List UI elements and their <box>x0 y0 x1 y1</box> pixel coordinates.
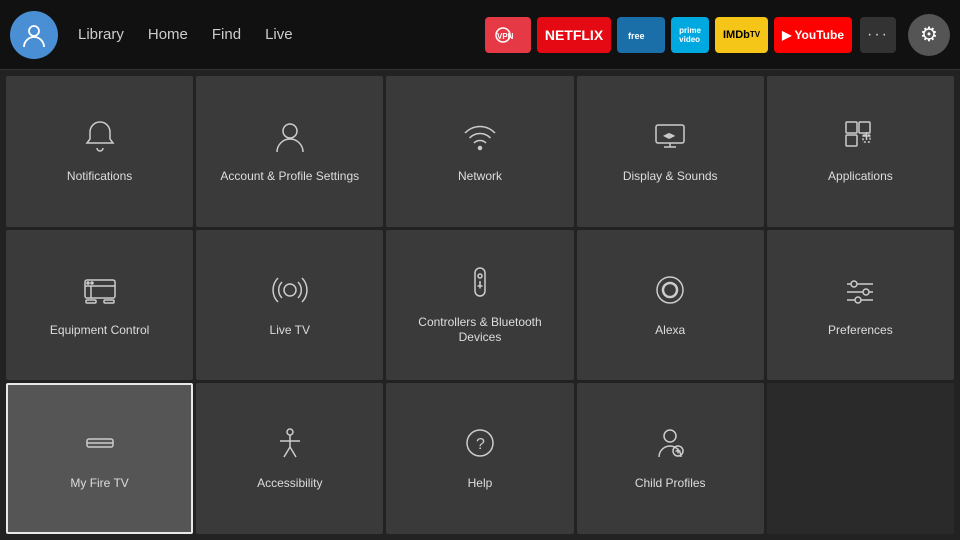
tv-icon <box>82 272 118 313</box>
grid-item-live-tv[interactable]: Live TV <box>196 230 383 381</box>
svg-text:◀▶: ◀▶ <box>663 131 676 140</box>
alexa-label: Alexa <box>655 323 685 339</box>
my-fire-tv-label: My Fire TV <box>70 476 128 492</box>
app-prime-video[interactable]: primevideo <box>671 17 709 53</box>
user-avatar[interactable] <box>10 11 58 59</box>
notifications-label: Notifications <box>67 169 132 185</box>
nav-find[interactable]: Find <box>210 22 243 47</box>
bell-icon <box>82 118 118 159</box>
antenna-icon <box>272 272 308 313</box>
grid-item-preferences[interactable]: Preferences <box>767 230 954 381</box>
accessibility-icon <box>272 425 308 466</box>
app-shortcuts: VPN NETFLIX free primevideo IMDbTV ▶ You… <box>485 17 852 53</box>
applications-label: Applications <box>828 169 893 185</box>
sliders-icon <box>842 272 878 313</box>
settings-grid: Notifications Account & Profile Settings… <box>0 70 960 540</box>
nav-library[interactable]: Library <box>76 22 126 47</box>
grid-item-notifications[interactable]: Notifications <box>6 76 193 227</box>
network-label: Network <box>458 169 502 185</box>
help-label: Help <box>468 476 493 492</box>
nav-live[interactable]: Live <box>263 22 295 47</box>
alexa-icon <box>652 272 688 313</box>
app-freevee[interactable]: free <box>617 17 665 53</box>
grid-item-controllers-bluetooth[interactable]: Controllers & Bluetooth Devices <box>386 230 573 381</box>
svg-text:VPN: VPN <box>497 32 514 41</box>
grid-item-help[interactable]: ? Help <box>386 383 573 534</box>
grid-item-account-profile[interactable]: Account & Profile Settings <box>196 76 383 227</box>
child-icon <box>652 425 688 466</box>
svg-text:?: ? <box>476 436 485 453</box>
app-expressvpn[interactable]: VPN <box>485 17 531 53</box>
live-tv-label: Live TV <box>270 323 310 339</box>
nav-links: Library Home Find Live <box>76 22 295 47</box>
svg-text:free: free <box>628 31 645 41</box>
grid-item-my-fire-tv[interactable]: My Fire TV <box>6 383 193 534</box>
grid-item-network[interactable]: Network <box>386 76 573 227</box>
more-apps-button[interactable]: ··· <box>860 17 896 53</box>
person-icon <box>272 118 308 159</box>
help-icon: ? <box>462 425 498 466</box>
settings-button[interactable]: ⚙ <box>908 14 950 56</box>
top-navigation: Library Home Find Live VPN NETFLIX free … <box>0 0 960 70</box>
remote-icon <box>462 264 498 305</box>
display-sounds-label: Display & Sounds <box>623 169 718 185</box>
accessibility-label: Accessibility <box>257 476 322 492</box>
grid-item-alexa[interactable]: Alexa <box>577 230 764 381</box>
child-profiles-label: Child Profiles <box>635 476 706 492</box>
wifi-icon <box>462 118 498 159</box>
preferences-label: Preferences <box>828 323 893 339</box>
grid-item-accessibility[interactable]: Accessibility <box>196 383 383 534</box>
grid-item-equipment-control[interactable]: Equipment Control <box>6 230 193 381</box>
grid-item-empty <box>767 383 954 534</box>
grid-item-display-sounds[interactable]: ◀▶ Display & Sounds <box>577 76 764 227</box>
nav-home[interactable]: Home <box>146 22 190 47</box>
app-youtube[interactable]: ▶ YouTube <box>774 17 852 53</box>
display-icon: ◀▶ <box>652 118 688 159</box>
apps-icon <box>842 118 878 159</box>
firetv-icon <box>82 425 118 466</box>
app-imdb[interactable]: IMDbTV <box>715 17 768 53</box>
controllers-bluetooth-label: Controllers & Bluetooth Devices <box>396 315 563 346</box>
grid-item-child-profiles[interactable]: Child Profiles <box>577 383 764 534</box>
grid-item-applications[interactable]: Applications <box>767 76 954 227</box>
equipment-control-label: Equipment Control <box>50 323 149 339</box>
account-profile-label: Account & Profile Settings <box>220 169 359 185</box>
app-netflix[interactable]: NETFLIX <box>537 17 611 53</box>
